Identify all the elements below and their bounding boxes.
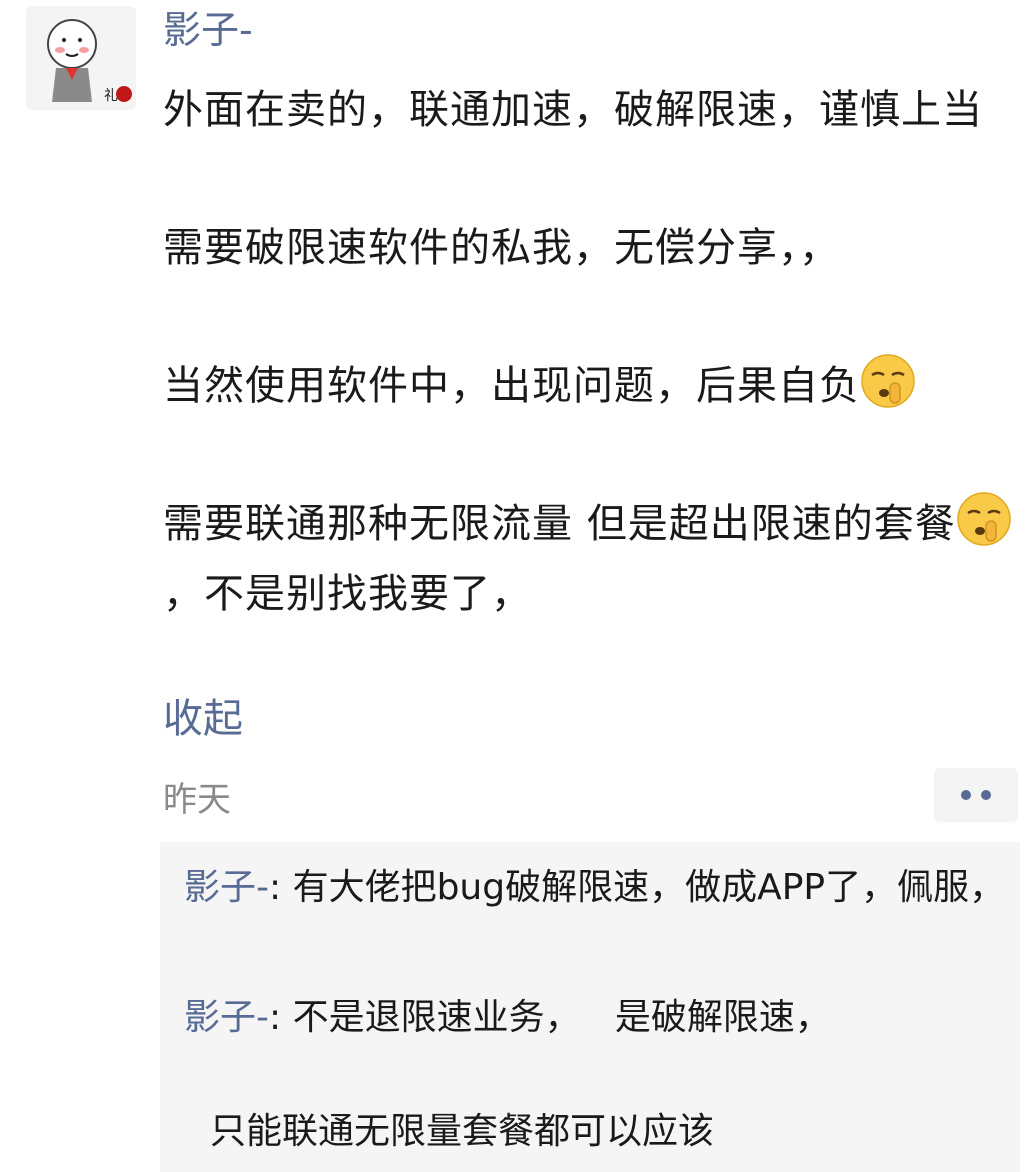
comment-separator: :: [269, 867, 293, 908]
post-paragraph: 需要破限速软件的私我，无偿分享，，: [163, 225, 840, 271]
svg-text:礼: 礼: [104, 88, 118, 104]
comments-panel: 影子-: 有大佬把bug破解限速，做成APP了，佩服， 影子-: 不是退限速业务…: [160, 842, 1020, 1172]
post-timestamp: 昨天: [163, 780, 231, 820]
comment-author[interactable]: 影子-: [184, 867, 269, 908]
comment-text: 不是退限速业务， 是破解限速，: [292, 997, 831, 1038]
post-author-name[interactable]: 影子-: [163, 8, 253, 54]
post-paragraph: 外面在卖的，联通加速，破解限速，谨慎上当: [163, 87, 983, 133]
comment-item[interactable]: 影子-: 不是退限速业务， 是破解限速，: [184, 990, 1010, 1046]
comment-separator: :: [269, 997, 293, 1038]
more-actions-button[interactable]: [934, 768, 1018, 822]
comment-item[interactable]: 影子-: 有大佬把bug破解限速，做成APP了，佩服，: [184, 860, 1010, 916]
post-paragraph: 需要联通那种无限流量 但是超出限速的套餐 ，不是别找我要了，: [163, 489, 1013, 629]
post-body: 外面在卖的，联通加速，破解限速，谨慎上当 需要破限速软件的私我，无偿分享，， 当…: [163, 75, 1013, 629]
shushing-face-emoji-icon: [861, 354, 915, 408]
comment-text: 有大佬把bug破解限速，做成APP了，佩服，: [292, 867, 1006, 908]
comment-author[interactable]: 影子-: [184, 997, 269, 1038]
post-paragraph-text: 当然使用软件中，出现问题，后果自负: [163, 363, 860, 409]
post-paragraph-text: 需要联通那种无限流量 但是超出限速的套餐: [163, 501, 956, 547]
avatar-cartoon-icon: 礼: [47, 19, 132, 104]
post-paragraph-tail: ，不是别找我要了，: [163, 571, 532, 617]
post-paragraph: 当然使用软件中，出现问题，后果自负: [163, 351, 1013, 421]
comment-continuation: 只能联通无限量套餐都可以应该: [210, 1111, 715, 1152]
dot-icon: [961, 790, 971, 800]
dot-icon: [981, 790, 991, 800]
shushing-face-emoji-icon: [956, 492, 1011, 546]
avatar[interactable]: 礼: [26, 6, 136, 110]
collapse-link[interactable]: 收起: [163, 686, 243, 744]
